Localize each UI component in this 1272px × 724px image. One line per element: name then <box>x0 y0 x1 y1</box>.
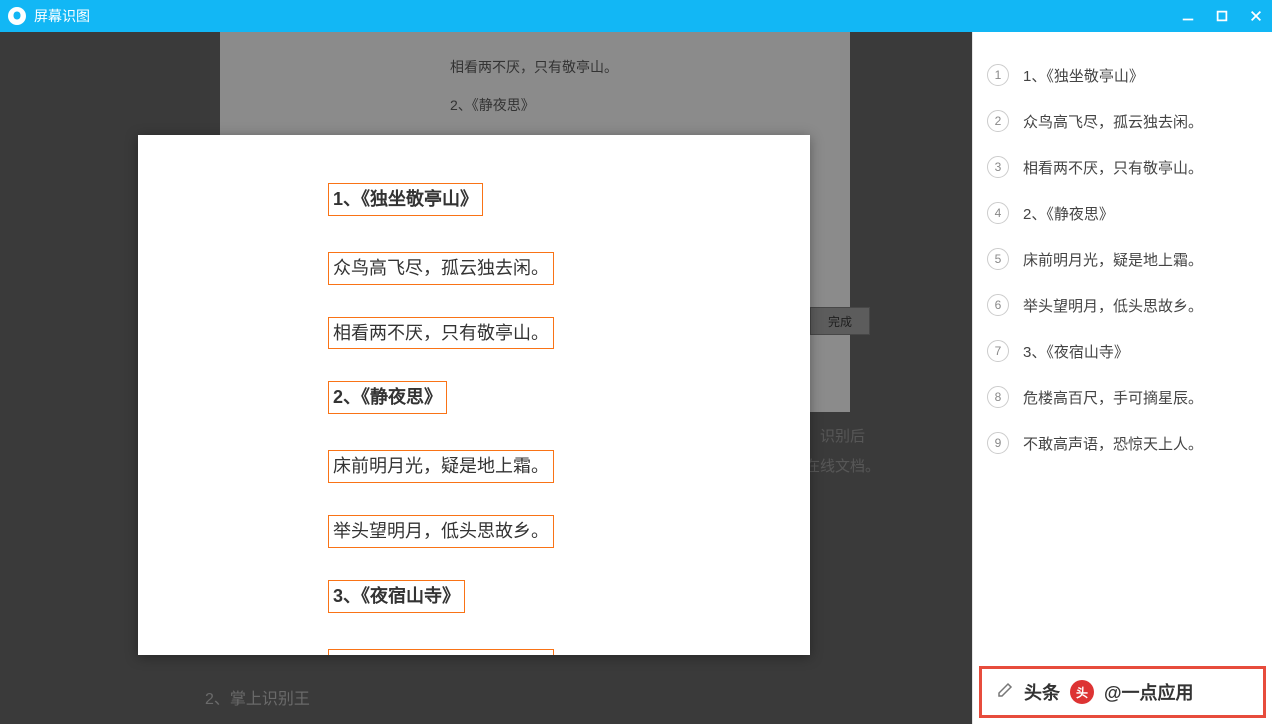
result-text: 相看两不厌，只有敬亭山。 <box>1023 157 1258 178</box>
avatar-icon: 头 <box>1070 680 1094 704</box>
result-number: 8 <box>987 386 1009 408</box>
result-text: 举头望明月，低头思故乡。 <box>1023 295 1258 316</box>
result-text: 3、《夜宿山寺》 <box>1023 341 1258 362</box>
watermark-handle: @一点应用 <box>1104 679 1194 705</box>
result-number: 1 <box>987 64 1009 86</box>
result-item[interactable]: 1 1、《独坐敬亭山》 <box>987 52 1258 98</box>
result-item[interactable]: 7 3、《夜宿山寺》 <box>987 328 1258 374</box>
result-number: 4 <box>987 202 1009 224</box>
result-text: 不敢高声语，恐惊天上人。 <box>1023 433 1258 454</box>
main-content: 相看两不厌，只有敬亭山。 2、《静夜思》 完成 别截图，识别后 别腾讯在线文档。… <box>0 32 1272 724</box>
result-item[interactable]: 4 2、《静夜思》 <box>987 190 1258 236</box>
result-text: 2、《静夜思》 <box>1023 203 1258 224</box>
secondary-list-item: 2、掌上识别王 <box>205 685 310 709</box>
result-number: 7 <box>987 340 1009 362</box>
result-number: 3 <box>987 156 1009 178</box>
result-item[interactable]: 5 床前明月光，疑是地上霜。 <box>987 236 1258 282</box>
window-title: 屏幕识图 <box>34 6 1180 26</box>
close-button[interactable] <box>1248 8 1264 24</box>
minimize-button[interactable] <box>1180 8 1196 24</box>
ocr-poem-line: 众鸟高飞尽，孤云独去闲。 <box>328 252 554 285</box>
done-button[interactable]: 完成 <box>810 307 870 335</box>
app-logo-icon <box>8 7 26 25</box>
result-item[interactable]: 8 危楼高百尺，手可摘星辰。 <box>987 374 1258 420</box>
result-item[interactable]: 9 不敢高声语，恐惊天上人。 <box>987 420 1258 466</box>
result-number: 2 <box>987 110 1009 132</box>
viewer-stage: 相看两不厌，只有敬亭山。 2、《静夜思》 完成 别截图，识别后 别腾讯在线文档。… <box>0 32 972 724</box>
result-text: 1、《独坐敬亭山》 <box>1023 65 1258 86</box>
ocr-selection-card: 1、《独坐敬亭山》 众鸟高飞尽，孤云独去闲。 相看两不厌，只有敬亭山。 2、《静… <box>138 135 810 655</box>
results-list: 1 1、《独坐敬亭山》 2 众鸟高飞尽，孤云独去闲。 3 相看两不厌，只有敬亭山… <box>973 32 1272 660</box>
watermark-brand: 头条 <box>1024 679 1060 705</box>
bg-text-line: 2、《静夜思》 <box>450 95 535 115</box>
bg-text-line: 相看两不厌，只有敬亭山。 <box>450 57 618 77</box>
result-number: 5 <box>987 248 1009 270</box>
edit-icon[interactable] <box>996 681 1014 704</box>
result-item[interactable]: 6 举头望明月，低头思故乡。 <box>987 282 1258 328</box>
result-text: 众鸟高飞尽，孤云独去闲。 <box>1023 111 1258 132</box>
results-sidebar: 1 1、《独坐敬亭山》 2 众鸟高飞尽，孤云独去闲。 3 相看两不厌，只有敬亭山… <box>972 32 1272 724</box>
image-viewer: 相看两不厌，只有敬亭山。 2、《静夜思》 完成 别截图，识别后 别腾讯在线文档。… <box>0 32 972 724</box>
maximize-button[interactable] <box>1214 8 1230 24</box>
watermark-footer: 头条 头 @一点应用 <box>979 666 1266 718</box>
ocr-poem-title: 3、《夜宿山寺》 <box>328 580 465 613</box>
ocr-poem-line: 危楼高百尺，手可摘星辰。 <box>328 649 554 655</box>
ocr-poem-line: 举头望明月，低头思故乡。 <box>328 515 554 548</box>
ocr-poem-line: 相看两不厌，只有敬亭山。 <box>328 317 554 350</box>
result-item[interactable]: 3 相看两不厌，只有敬亭山。 <box>987 144 1258 190</box>
result-number: 6 <box>987 294 1009 316</box>
result-item[interactable]: 2 众鸟高飞尽，孤云独去闲。 <box>987 98 1258 144</box>
result-text: 危楼高百尺，手可摘星辰。 <box>1023 387 1258 408</box>
window-controls <box>1180 8 1264 24</box>
ocr-poem-title: 1、《独坐敬亭山》 <box>328 183 483 216</box>
ocr-poem-title: 2、《静夜思》 <box>328 381 447 414</box>
result-number: 9 <box>987 432 1009 454</box>
titlebar: 屏幕识图 <box>0 0 1272 32</box>
result-text: 床前明月光，疑是地上霜。 <box>1023 249 1258 270</box>
ocr-poem-line: 床前明月光，疑是地上霜。 <box>328 450 554 483</box>
